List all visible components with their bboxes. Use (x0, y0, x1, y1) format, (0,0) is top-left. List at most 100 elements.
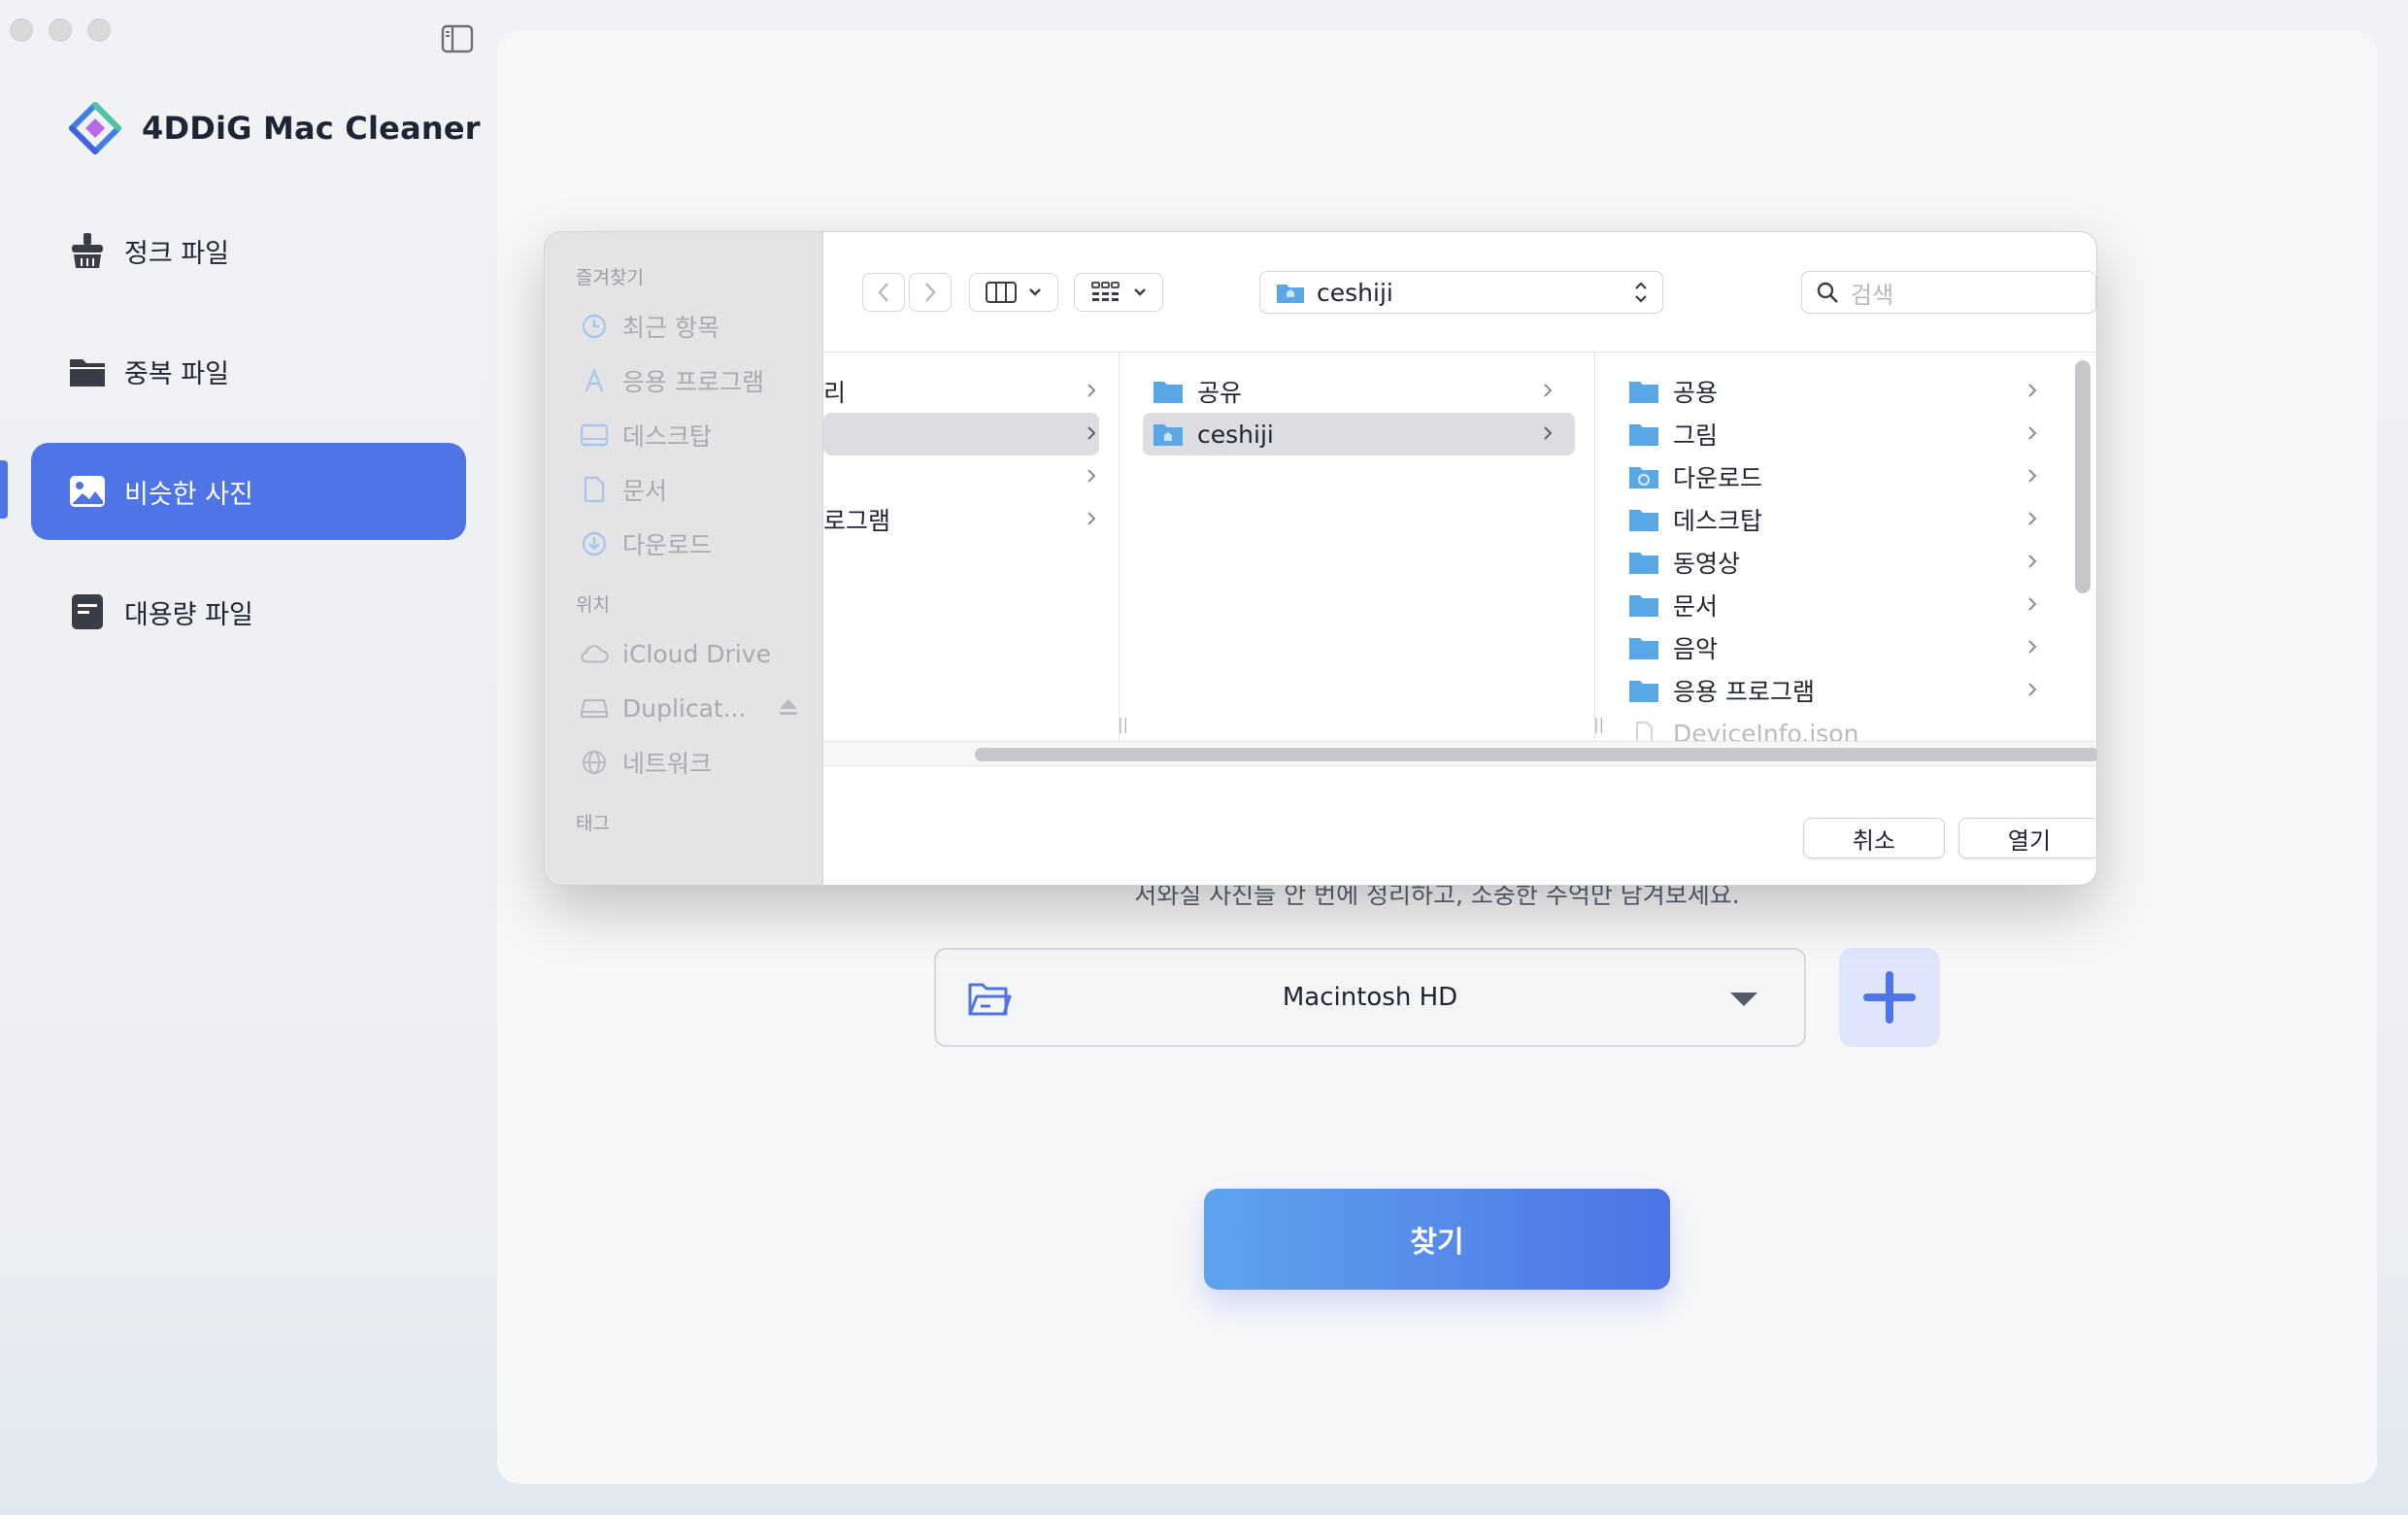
sidebar-item-large-files[interactable]: 대용량 파일 (31, 563, 466, 660)
sidebar-item-label: Duplicat... (622, 693, 747, 723)
list-item[interactable]: 리 (823, 370, 1119, 413)
drive-select-value: Macintosh HD (1282, 983, 1458, 1012)
list-item[interactable]: 로그램 (823, 498, 1119, 541)
documents-folder-icon (1629, 595, 1658, 617)
list-item-label: 로그램 (823, 507, 891, 535)
drive-select[interactable]: Macintosh HD (934, 948, 1806, 1047)
app-window: 4DDiG Mac Cleaner 정크 파일 중복 파일 비슷한 사진 대용량… (0, 0, 2408, 1515)
forward-button[interactable] (909, 273, 952, 312)
chevron-right-icon (1544, 384, 1553, 397)
horizontal-scrollbar[interactable] (975, 748, 2096, 761)
search-icon (1817, 282, 1838, 303)
sidebar-item-label: 데스크탑 (622, 422, 713, 451)
sidebar-location-duplicat[interactable]: Duplicat... (545, 681, 822, 735)
list-item[interactable]: 문서 (1628, 584, 2059, 626)
sidebar-item-duplicate-files[interactable]: 중복 파일 (31, 322, 466, 420)
view-mode-button[interactable] (969, 273, 1058, 312)
zoom-window-button[interactable] (87, 18, 111, 42)
list-item[interactable]: ceshiji (1143, 413, 1575, 455)
chevron-right-icon (1087, 512, 1096, 525)
chevron-right-icon (2028, 426, 2037, 440)
sidebar-item-junk-files[interactable]: 정크 파일 (31, 202, 466, 299)
sidebar-favorite-applications[interactable]: 응용 프로그램 (545, 354, 822, 408)
list-item[interactable]: 데스크탑 (1628, 498, 2059, 541)
sidebar-item-label: 문서 (622, 477, 668, 505)
document-icon (580, 475, 609, 504)
brand: 4DDiG Mac Cleaner (68, 101, 481, 155)
sidebar-item-label: iCloud Drive (622, 639, 771, 668)
group-button[interactable] (1074, 273, 1163, 312)
folder-icon (68, 352, 107, 390)
chevron-right-icon (2028, 512, 2037, 525)
minimize-window-button[interactable] (49, 18, 72, 42)
list-item-label: 문서 (1673, 592, 1719, 621)
vertical-scrollbar[interactable] (2075, 360, 2090, 593)
sidebar-favorite-downloads[interactable]: 다운로드 (545, 517, 822, 571)
large-file-icon (68, 592, 107, 631)
app-title: 4DDiG Mac Cleaner (142, 110, 481, 147)
app-logo-icon (69, 102, 121, 154)
folder-icon (1154, 382, 1183, 403)
drive-icon (580, 693, 609, 723)
grid-icon (1091, 282, 1120, 301)
network-icon (580, 748, 609, 777)
list-item[interactable] (823, 455, 1119, 498)
list-item[interactable]: 다운로드 (1628, 455, 2059, 498)
folder-open-icon (968, 983, 1012, 1016)
music-folder-icon (1629, 638, 1658, 659)
chevron-right-icon (2028, 640, 2037, 654)
list-item[interactable]: 공유 (1153, 370, 1575, 413)
sidebar-item-label: 최근 항목 (622, 314, 719, 342)
chevron-right-icon (1087, 384, 1096, 397)
eject-icon[interactable] (778, 694, 799, 723)
sidebar-toggle-icon[interactable] (441, 23, 474, 54)
sidebar-item-label: 응용 프로그램 (622, 368, 764, 396)
horizontal-scrollbar-track (823, 741, 2096, 766)
favorites-section-label: 즐겨찾기 (576, 267, 644, 288)
list-item[interactable]: 응용 프로그램 (1628, 669, 2059, 712)
sidebar-item-similar-photos[interactable]: 비슷한 사진 (31, 443, 466, 540)
chevron-down-icon (1134, 288, 1146, 296)
back-button[interactable] (862, 273, 905, 312)
add-location-button[interactable] (1839, 948, 1940, 1047)
open-button[interactable]: 열기 (1958, 818, 2096, 858)
search-button[interactable]: 찾기 (1204, 1189, 1670, 1290)
sidebar-item-label: 대용량 파일 (124, 599, 253, 630)
sidebar-item-label: 다운로드 (622, 531, 713, 559)
list-item-label: 음악 (1673, 635, 1719, 663)
open-file-dialog: 즐겨찾기 최근 항목 응용 프로그램 데스크탑 문서 다운로드 위치 iClou… (544, 231, 2097, 886)
sidebar-favorite-documents[interactable]: 문서 (545, 462, 822, 517)
chevron-down-icon (1029, 288, 1041, 296)
chevron-right-icon (2028, 597, 2037, 611)
dialog-search-field[interactable]: 검색 (1801, 271, 2096, 314)
home-folder-icon (1277, 285, 1304, 303)
close-window-button[interactable] (10, 18, 33, 42)
shared-folder-icon (1629, 382, 1658, 403)
sidebar-favorite-desktop[interactable]: 데스크탑 (545, 408, 822, 462)
sidebar-nav: 정크 파일 중복 파일 비슷한 사진 대용량 파일 (31, 202, 466, 684)
list-item[interactable] (823, 413, 1099, 455)
sidebar-item-label: 비슷한 사진 (124, 479, 253, 510)
applications-icon (580, 366, 609, 395)
dialog-footer: 취소 열기 (823, 767, 2096, 885)
nav-active-indicator (0, 460, 8, 519)
list-item[interactable]: 그림 (1628, 413, 2059, 455)
list-item[interactable]: 공용 (1628, 370, 2059, 413)
list-item[interactable]: 음악 (1628, 626, 2059, 669)
sidebar-favorite-recents[interactable]: 최근 항목 (545, 299, 822, 354)
chevron-right-icon (2028, 683, 2037, 696)
path-select[interactable]: ceshiji (1259, 271, 1663, 314)
clock-icon (580, 312, 609, 341)
chevron-right-icon (2028, 384, 2037, 397)
sidebar-location-network[interactable]: 네트워크 (545, 735, 822, 790)
dialog-sidebar: 즐겨찾기 최근 항목 응용 프로그램 데스크탑 문서 다운로드 위치 iClou… (545, 232, 823, 885)
list-item-label: 다운로드 (1673, 464, 1763, 492)
sidebar-item-label: 중복 파일 (124, 358, 229, 389)
downloads-folder-icon (1629, 467, 1658, 488)
sidebar-location-icloud[interactable]: iCloud Drive (545, 626, 822, 681)
list-item-label: 데스크탑 (1673, 507, 1763, 535)
list-item[interactable]: 동영상 (1628, 541, 2059, 584)
chevron-right-icon (2028, 469, 2037, 483)
locations-section-label: 위치 (576, 594, 610, 616)
cancel-button[interactable]: 취소 (1803, 818, 1945, 858)
